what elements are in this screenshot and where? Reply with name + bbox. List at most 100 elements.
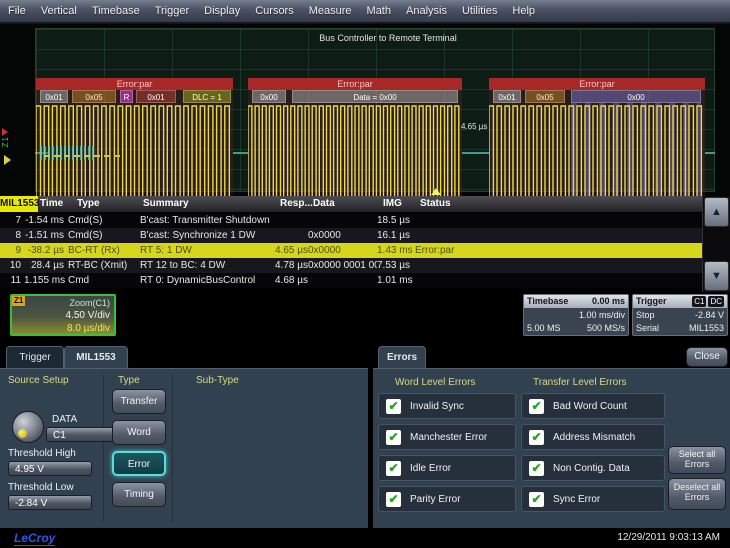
- dialog-zone: TriggerMIL1553 Source Setup DATA C1 Thre…: [0, 345, 730, 530]
- col-header-summary: Summary: [143, 196, 189, 212]
- trigger-descriptor[interactable]: Trigger C1 DC Stop -2.84 V Serial MIL155…: [632, 294, 728, 336]
- menu-item-timebase[interactable]: Timebase: [92, 5, 140, 17]
- scroll-up-button[interactable]: ▲: [704, 197, 729, 227]
- checkbox-label: Sync Error: [553, 494, 600, 505]
- type-button-error[interactable]: Error: [112, 451, 166, 476]
- tab-mil1553[interactable]: MIL1553: [64, 346, 128, 368]
- footer-bar: LeCroy 12/29/2011 9:03:13 AM: [0, 530, 730, 548]
- trace-dashed-baseline: [44, 155, 120, 157]
- menu-item-math[interactable]: Math: [367, 5, 391, 17]
- error-checkbox-idle-error[interactable]: ✔Idle Error: [378, 455, 516, 481]
- source-knob[interactable]: [12, 411, 44, 443]
- datetime-stamp: 12/29/2011 9:03:13 AM: [617, 532, 720, 543]
- protocol-badge: MIL1553: [0, 196, 38, 212]
- tab-trigger[interactable]: Trigger: [6, 346, 64, 368]
- cell-status: [415, 228, 702, 243]
- cell-type: Cmd(S): [68, 228, 140, 243]
- cell-idx: 7: [0, 213, 24, 228]
- table-row-11[interactable]: 111.155 msCmdRT 0: DynamicBusControl4.68…: [0, 273, 702, 288]
- checkbox-icon[interactable]: ✔: [529, 430, 544, 445]
- error-checkbox-sync-error[interactable]: ✔ Sync Error: [521, 486, 665, 512]
- cell-type: Cmd(S): [68, 213, 140, 228]
- scroll-down-button[interactable]: ▼: [704, 261, 729, 291]
- trigger-mode: Stop: [636, 310, 655, 320]
- mil1553-trigger-dialog: Source Setup DATA C1 Threshold High 4.95…: [0, 368, 368, 528]
- table-row-10[interactable]: 1028.4 µsRT-BC (Xmit)RT 12 to BC: 4 DW4.…: [0, 258, 702, 273]
- transfer-level-errors-heading: Transfer Level Errors: [533, 377, 627, 388]
- cell-time: -1.51 ms: [24, 228, 68, 243]
- threshold-low-field[interactable]: -2.84 V: [8, 495, 92, 510]
- gap-time-label: 4.65 µs: [461, 122, 487, 131]
- menu-item-display[interactable]: Display: [204, 5, 240, 17]
- checkbox-icon[interactable]: ✔: [529, 399, 544, 414]
- cell-img: 18.5 µs: [377, 213, 415, 228]
- col-header-type: Type: [77, 196, 100, 212]
- trigger-level: -2.84 V: [695, 310, 724, 320]
- lecroy-logo: LeCroy: [14, 531, 55, 546]
- table-row-8[interactable]: 8-1.51 msCmd(S)B'cast: Synchronize 1 DW0…: [0, 228, 702, 243]
- type-button-timing[interactable]: Timing: [112, 482, 166, 507]
- type-button-transfer[interactable]: Transfer: [112, 389, 166, 414]
- cell-img: 16.1 µs: [377, 228, 415, 243]
- deselect-all-errors-button[interactable]: Deselect all Errors: [668, 478, 726, 510]
- threshold-high-field[interactable]: 4.95 V: [8, 461, 92, 476]
- menu-item-vertical[interactable]: Vertical: [41, 5, 77, 17]
- cell-time: 28.4 µs: [24, 258, 68, 273]
- trigger-coupling-badge: DC: [708, 296, 724, 307]
- cell-type: RT-BC (Xmit): [68, 258, 140, 273]
- descriptor-row: Z1 Zoom(C1) 4.50 V/div 8.0 µs/div Timeba…: [0, 292, 730, 342]
- cell-idx: 9: [0, 243, 24, 258]
- errors-dialog: Word Level Errors Transfer Level Errors …: [373, 368, 730, 528]
- menu-item-file[interactable]: File: [8, 5, 26, 17]
- checkbox-icon[interactable]: ✔: [529, 461, 544, 476]
- decode-field: 0x00: [571, 90, 701, 103]
- error-checkbox-non-contig-data[interactable]: ✔Non Contig. Data: [521, 455, 665, 481]
- col-header-img: IMG: [383, 196, 402, 212]
- checkbox-label: Manchester Error: [410, 432, 487, 443]
- threshold-high-label: Threshold High: [8, 448, 76, 459]
- timebase-descriptor[interactable]: Timebase 0.00 ms 1.00 ms/div 5.00 MS 500…: [523, 294, 629, 336]
- cell-status: [415, 273, 702, 288]
- cell-img: 1.43 ms: [377, 243, 415, 258]
- tab-errors[interactable]: Errors: [378, 346, 426, 368]
- source-channel-field[interactable]: C1: [46, 427, 118, 442]
- error-checkbox-invalid-sync[interactable]: ✔Invalid Sync: [378, 393, 516, 419]
- checkbox-icon[interactable]: ✔: [386, 461, 401, 476]
- decode-field: DLC = 1: [183, 90, 231, 103]
- table-row-7[interactable]: 7-1.54 msCmd(S)B'cast: Transmitter Shutd…: [0, 213, 702, 228]
- table-scrollbar[interactable]: ▲ ▼: [702, 196, 730, 292]
- decode-field: 0x05: [525, 90, 565, 103]
- select-all-errors-button[interactable]: Select all Errors: [668, 446, 726, 474]
- error-checkbox-bad-word-count[interactable]: ✔Bad Word Count: [521, 393, 665, 419]
- cell-img: 1.01 ms: [377, 273, 415, 288]
- menu-item-analysis[interactable]: Analysis: [406, 5, 447, 17]
- error-checkbox-manchester-error[interactable]: ✔ Manchester Error: [378, 424, 516, 450]
- checkbox-icon[interactable]: ✔: [529, 492, 544, 507]
- checkbox-icon[interactable]: ✔: [386, 492, 401, 507]
- cell-resp: 4.78 µs: [275, 258, 308, 273]
- menu-item-trigger[interactable]: Trigger: [155, 5, 189, 17]
- menu-item-measure[interactable]: Measure: [309, 5, 352, 17]
- oscilloscope-screen: File Vertical Timebase Trigger Display Cursor…: [0, 0, 730, 548]
- timebase-title: Timebase: [527, 295, 568, 308]
- menu-item-help[interactable]: Help: [512, 5, 535, 17]
- cell-data: 0x0000: [308, 243, 377, 258]
- cell-time: -38.2 µs: [24, 243, 68, 258]
- checkbox-icon[interactable]: ✔: [386, 430, 401, 445]
- close-button[interactable]: Close: [686, 347, 728, 367]
- checkbox-icon[interactable]: ✔: [386, 399, 401, 414]
- cell-resp: [275, 213, 308, 228]
- type-button-word[interactable]: Word: [112, 420, 166, 445]
- menu-item-cursors[interactable]: Cursors: [255, 5, 294, 17]
- timebase-rate: 500 MS/s: [587, 323, 625, 333]
- menu-item-utilities[interactable]: Utilities: [462, 5, 497, 17]
- table-row-9[interactable]: 9-38.2 µsBC-RT (Rx)RT 5: 1 DW4.65 µs0x00…: [0, 243, 702, 258]
- source-setup-heading: Source Setup: [8, 375, 69, 386]
- error-checkbox-parity-error[interactable]: ✔Parity Error: [378, 486, 516, 512]
- cell-status: [415, 213, 702, 228]
- zoom-source: Zoom(C1): [69, 298, 110, 308]
- zoom-trace-descriptor[interactable]: Z1 Zoom(C1) 4.50 V/div 8.0 µs/div: [10, 294, 116, 336]
- error-checkbox-address-mismatch[interactable]: ✔Address Mismatch: [521, 424, 665, 450]
- col-header-resp: Resp...: [280, 196, 313, 212]
- decode-error-bar: Error:par: [489, 78, 705, 90]
